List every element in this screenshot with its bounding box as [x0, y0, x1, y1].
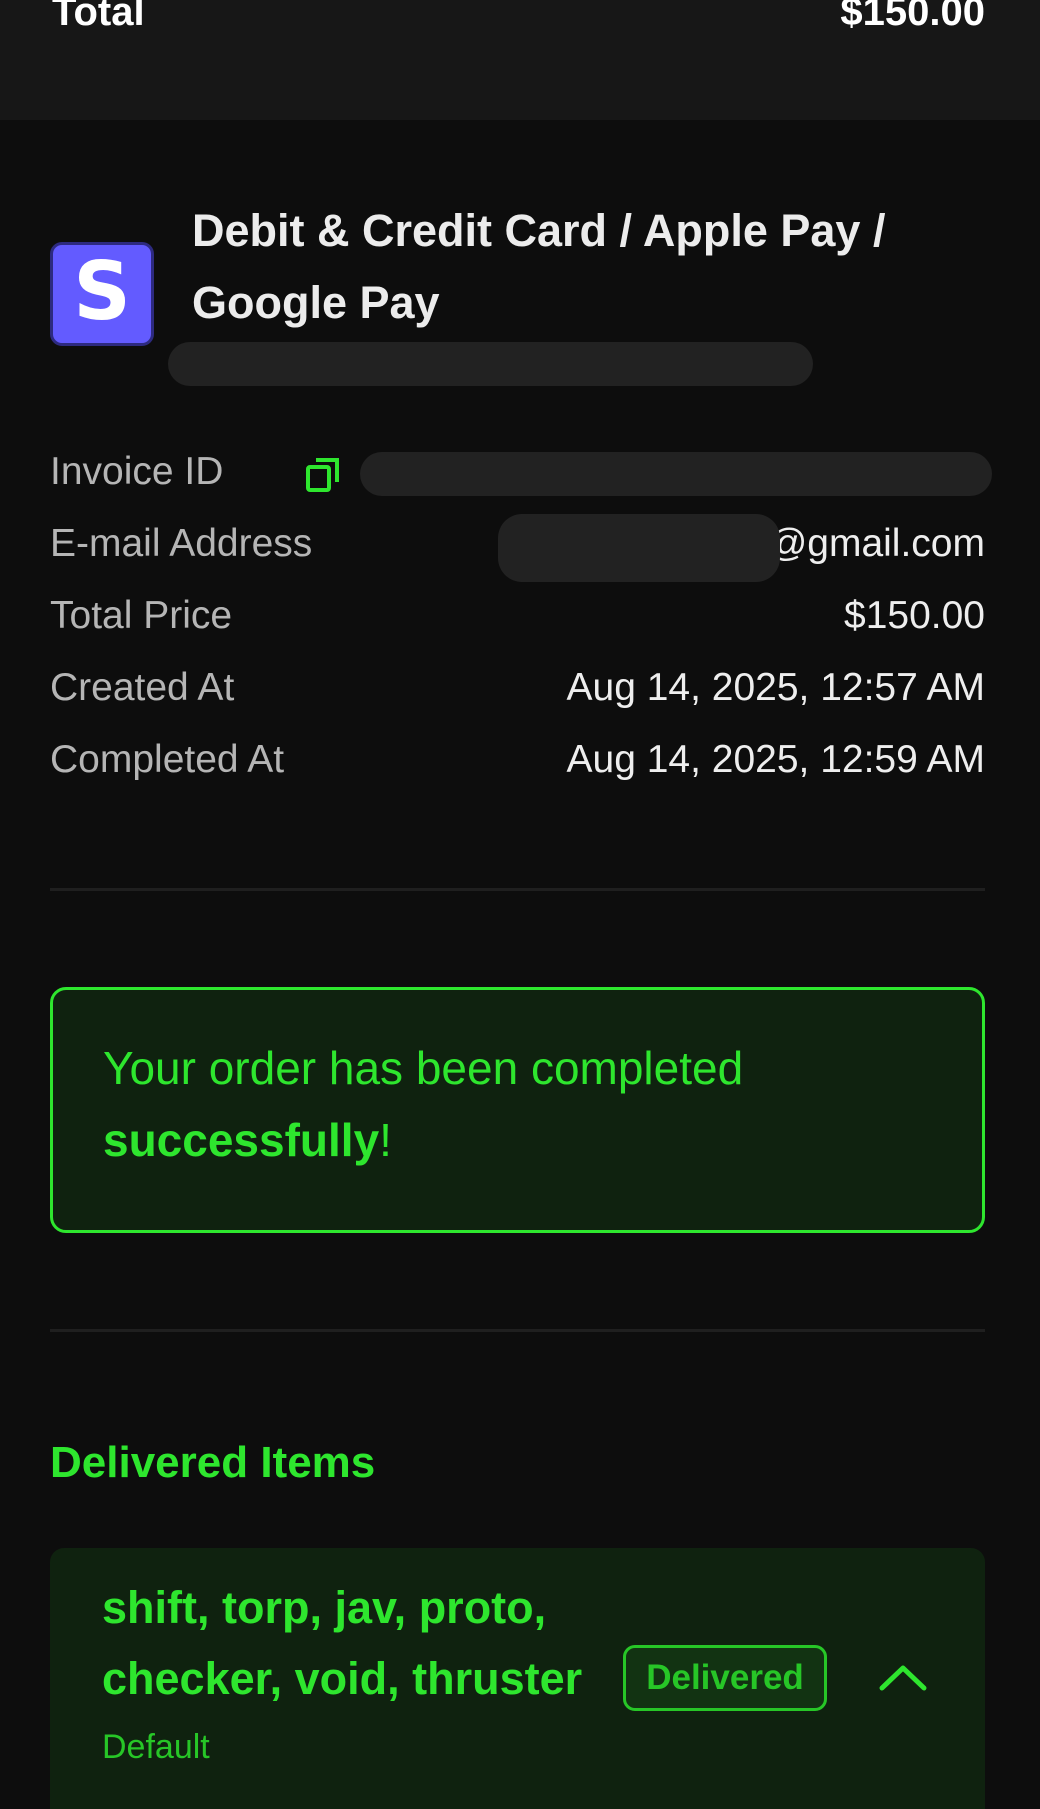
divider	[50, 888, 985, 891]
total-label: Total	[52, 0, 145, 34]
completed-at-value: Aug 14, 2025, 12:59 AM	[566, 738, 986, 781]
success-message-suffix: !	[379, 1114, 392, 1166]
invoice-id-redacted	[360, 452, 992, 496]
delivered-items-title: Delivered Items	[50, 1438, 376, 1487]
status-badge: Delivered	[623, 1645, 827, 1711]
order-details: Invoice ID E-mail Address @gmail.com Tot…	[50, 436, 992, 796]
total-value: $150.00	[840, 0, 985, 34]
completed-at-label: Completed At	[50, 738, 285, 781]
transaction-id-redacted	[168, 342, 813, 386]
created-at-value: Aug 14, 2025, 12:57 AM	[566, 666, 986, 709]
delivered-item-card[interactable]: shift, torp, jav, proto, checker, void, …	[50, 1548, 985, 1809]
stripe-logo-icon: S	[50, 242, 154, 346]
total-price-value: $150.00	[844, 594, 985, 637]
detail-row-total-price: Total Price $150.00	[50, 580, 985, 652]
delivered-item-name: shift, torp, jav, proto, checker, void, …	[102, 1582, 583, 1704]
detail-row-email: E-mail Address @gmail.com	[50, 508, 985, 582]
order-total-bar: Total $150.00	[0, 0, 1040, 120]
email-label: E-mail Address	[50, 522, 313, 565]
created-at-label: Created At	[50, 666, 235, 709]
email-redacted	[498, 514, 780, 582]
chevron-up-icon[interactable]	[878, 1660, 928, 1694]
stripe-logo-letter: S	[73, 245, 131, 338]
success-message: Your order has been completed successful…	[103, 1032, 923, 1176]
payment-method-label: Debit & Credit Card / Apple Pay / Google…	[192, 205, 886, 328]
delivered-item-variant: Default	[102, 1728, 210, 1766]
copy-icon[interactable]	[304, 456, 342, 494]
detail-row-created: Created At Aug 14, 2025, 12:57 AM	[50, 652, 985, 724]
payment-method-section: S Debit & Credit Card / Apple Pay / Goog…	[50, 195, 990, 395]
detail-row-completed: Completed At Aug 14, 2025, 12:59 AM	[50, 724, 985, 796]
detail-row-invoice: Invoice ID	[50, 436, 992, 508]
order-success-alert: Your order has been completed successful…	[50, 987, 985, 1233]
total-price-label: Total Price	[50, 594, 233, 637]
success-message-bold: successfully	[103, 1114, 380, 1166]
email-value: @gmail.com	[767, 522, 985, 565]
invoice-id-label: Invoice ID	[50, 450, 224, 493]
success-message-prefix: Your order has been completed	[103, 1042, 744, 1094]
divider	[50, 1329, 985, 1332]
